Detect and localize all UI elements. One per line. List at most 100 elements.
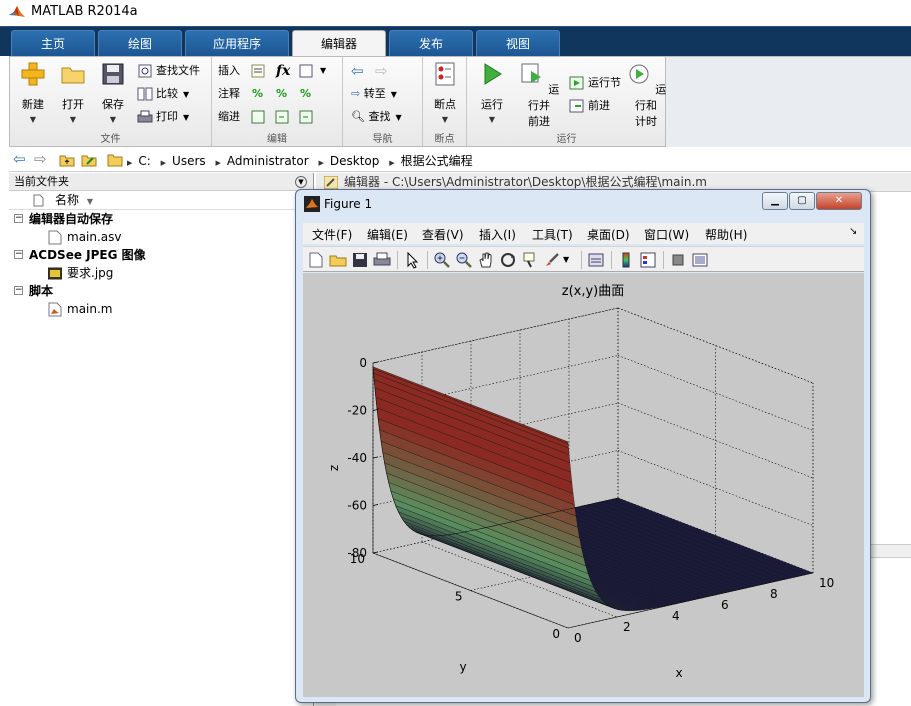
z-tick-label: -40 <box>347 451 367 465</box>
up-folder-icon[interactable] <box>59 152 75 168</box>
figure-canvas[interactable]: z(x,y)曲面 0 -20 -40 -60 -80 0 5 10 0 2 4 6 8 10 z y x <box>303 273 864 697</box>
find-button[interactable]: 🔍︎ 查找 ▼ <box>351 107 402 127</box>
z-tick-mark <box>372 504 379 506</box>
insert-dropdown-icon[interactable]: ▼ <box>320 61 326 81</box>
compare-button[interactable]: 比较 ▼ <box>137 84 189 104</box>
figure-minimize-button[interactable]: ▁ <box>762 192 788 210</box>
breadcrumb-item[interactable]: C: <box>138 154 150 168</box>
menu-file[interactable]: 文件(F) <box>312 226 352 243</box>
file-item-main-m[interactable]: main.m <box>9 300 313 318</box>
uncomment-icon[interactable]: % <box>276 84 287 104</box>
tree-group-scripts[interactable]: − 脚本 <box>9 282 313 300</box>
back-arrow-icon[interactable]: ⇦ <box>13 152 29 168</box>
collapse-toggle-icon[interactable]: − <box>14 214 23 223</box>
matlab-logo-icon <box>9 6 25 17</box>
ribbon-group-file: 新建 ▼ 打开 ▼ 保存 ▼ 查找文件 比较 ▼ 打印 ▼ 文件 <box>10 57 212 146</box>
indent-increase-icon[interactable] <box>274 109 290 125</box>
new-figure-icon[interactable] <box>307 251 325 269</box>
file-item-main-asv[interactable]: main.asv <box>9 228 313 246</box>
insert-symbol-icon[interactable] <box>298 63 314 79</box>
menu-view[interactable]: 查看(V) <box>422 226 464 243</box>
tree-group-jpeg[interactable]: − ACDSee JPEG 图像 <box>9 246 313 264</box>
collapse-toggle-icon[interactable]: − <box>14 250 23 259</box>
menu-window[interactable]: 窗口(W) <box>644 226 689 243</box>
save-button[interactable]: 保存 ▼ <box>94 61 132 124</box>
show-plot-tools-icon[interactable] <box>691 251 709 269</box>
advance-button[interactable]: 前进 <box>569 96 610 116</box>
zoom-in-icon[interactable] <box>433 251 451 269</box>
breadcrumb-item[interactable]: Desktop <box>330 154 380 168</box>
menu-help[interactable]: 帮助(H) <box>705 226 747 243</box>
root-folder-icon[interactable] <box>107 152 123 168</box>
indent-decrease-icon[interactable] <box>298 109 314 125</box>
goto-arrow-icon: ⇨ <box>351 87 364 100</box>
hide-plot-tools-icon[interactable] <box>669 251 687 269</box>
brush-icon[interactable] <box>543 251 561 269</box>
tree-group-autosave[interactable]: − 编辑器自动保存 <box>9 210 313 228</box>
goto-button[interactable]: ⇨ 转至 ▼ <box>351 84 397 104</box>
run-button[interactable]: 运行 ▼ <box>473 61 511 124</box>
collapse-toggle-icon[interactable]: − <box>14 286 23 295</box>
find-files-button[interactable]: 查找文件 <box>137 61 200 81</box>
run-and-time-button[interactable]: 运行和 计时 <box>624 61 668 129</box>
run-and-advance-button[interactable]: 运行并 前进 <box>517 61 561 129</box>
comment-percent-icon[interactable]: % <box>252 84 263 104</box>
breadcrumb-item[interactable]: Users <box>172 154 206 168</box>
open-file-icon[interactable] <box>329 251 347 269</box>
open-button[interactable]: 打开 ▼ <box>54 61 92 124</box>
figure-close-button[interactable]: ✕ <box>816 192 862 210</box>
save-figure-icon[interactable] <box>351 251 369 269</box>
ribbon-group-breakpoints: 断点 ▼ 断点 <box>423 57 467 146</box>
matlab-script-icon <box>48 302 62 317</box>
insert-section-icon[interactable] <box>250 63 266 79</box>
link-plot-icon[interactable] <box>587 251 605 269</box>
run-play-icon <box>484 63 502 85</box>
tab-apps[interactable]: 应用程序 <box>185 30 289 57</box>
smart-indent-icon[interactable] <box>250 109 266 125</box>
wrap-comment-icon[interactable]: % <box>300 84 311 104</box>
pan-hand-icon[interactable] <box>477 251 495 269</box>
legend-icon[interactable] <box>639 251 657 269</box>
tab-editor[interactable]: 编辑器 <box>292 30 386 58</box>
print-figure-icon[interactable] <box>373 251 391 269</box>
y-tick-label: 10 <box>350 552 365 566</box>
file-item-jpg[interactable]: 要求.jpg <box>9 264 313 282</box>
indent-button[interactable]: 缩进 <box>218 107 240 127</box>
run-section-button[interactable]: 运行节 <box>569 73 621 93</box>
tab-plots[interactable]: 绘图 <box>98 30 182 57</box>
ribbon-group-edit: 插入 注释 缩进 fx ▼ % % % 编辑 <box>212 57 343 146</box>
menu-insert[interactable]: 插入(I) <box>479 226 516 243</box>
insert-button[interactable]: 插入 <box>218 61 240 81</box>
nav-forward-icon[interactable]: ⇨ <box>375 61 388 81</box>
rotate-3d-icon[interactable] <box>499 251 517 269</box>
figure-maximize-button[interactable]: ▢ <box>789 192 815 210</box>
colorbar-icon[interactable] <box>617 251 635 269</box>
new-button[interactable]: 新建 ▼ <box>14 61 52 124</box>
brush-dropdown-icon[interactable]: ▼ <box>563 251 581 269</box>
tab-view[interactable]: 视图 <box>476 30 560 57</box>
menu-tools[interactable]: 工具(T) <box>532 226 573 243</box>
breadcrumb-item[interactable]: Administrator <box>227 154 309 168</box>
insert-function-icon[interactable]: fx <box>276 61 290 81</box>
nav-back-icon[interactable]: ⇦ <box>351 61 364 81</box>
print-button[interactable]: 打印 ▼ <box>137 107 189 127</box>
forward-arrow-icon[interactable]: ⇨ <box>34 152 50 168</box>
comment-button[interactable]: 注释 <box>218 84 240 104</box>
tab-home[interactable]: 主页 <box>11 30 95 57</box>
column-header-name[interactable]: 名称 ▼ <box>9 191 313 210</box>
breakpoints-button[interactable]: 断点 ▼ <box>426 61 464 124</box>
select-arrow-icon[interactable] <box>403 251 421 269</box>
surface-plot[interactable]: z(x,y)曲面 0-20-40-60-8005100246810 z y x <box>303 273 864 697</box>
menu-pin-icon[interactable]: ↘ <box>849 226 857 237</box>
toolbar-separator <box>611 251 612 269</box>
x-tick-label: 2 <box>623 620 631 634</box>
panel-menu-icon[interactable]: ▼ <box>295 176 307 188</box>
browse-folder-icon[interactable] <box>81 152 97 168</box>
menu-edit[interactable]: 编辑(E) <box>367 226 408 243</box>
data-cursor-icon[interactable] <box>521 251 539 269</box>
tab-publish[interactable]: 发布 <box>389 30 473 57</box>
zoom-out-icon[interactable] <box>455 251 473 269</box>
breadcrumb-item[interactable]: 根据公式编程 <box>401 154 473 168</box>
menu-desktop[interactable]: 桌面(D) <box>587 226 630 243</box>
ribbon-tab-strip: 主页 绘图 应用程序 编辑器 发布 视图 <box>0 26 911 58</box>
